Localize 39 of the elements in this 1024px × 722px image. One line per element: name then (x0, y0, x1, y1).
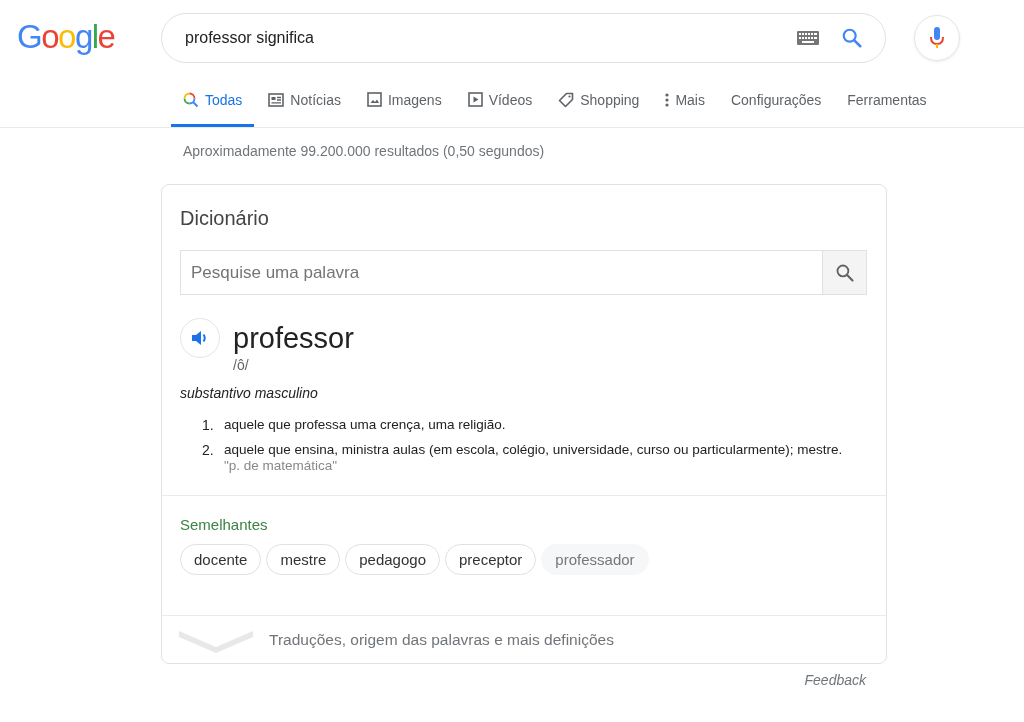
search-query: professor significa (185, 28, 315, 47)
search-tab[interactable]: Ferramentas (835, 75, 939, 127)
search-tab[interactable]: Shopping (546, 75, 652, 127)
search-tab[interactable]: Notícias (256, 75, 353, 127)
search-icon[interactable] (841, 26, 863, 49)
tag-icon (558, 91, 575, 108)
more-icon (665, 92, 670, 107)
section-title: Semelhantes (180, 516, 269, 533)
definition-text: aquele que professa uma crença, uma religião. (224, 417, 506, 433)
phonetic-text: /ô/ (233, 357, 250, 373)
search-icon (834, 262, 855, 283)
more-definitions-link[interactable]: Traduções, origem das palavras e mais definições (162, 616, 886, 663)
feedback-link[interactable]: Feedback (804, 672, 866, 688)
card-title: Dicionário (180, 207, 270, 230)
search-button[interactable] (822, 250, 867, 295)
search-tab[interactable]: Mais (653, 75, 717, 127)
search-tab[interactable]: Todas (171, 75, 255, 127)
definition-number: 1. (202, 417, 215, 433)
search-icon (183, 91, 199, 108)
definition-text: aquele que ensina, ministra aulas (em escola, colégio, universidade, curso ou particularmente); mestre. (224, 442, 843, 458)
keyboard-icon[interactable] (797, 30, 819, 45)
search-tab[interactable]: Configurações (718, 75, 834, 127)
example-text: "p. de matemática" (224, 458, 339, 474)
speaker-icon (191, 330, 209, 346)
search-field[interactable]: professor significa (161, 12, 886, 63)
word-search-field[interactable]: Pesquise uma palavra (180, 250, 822, 295)
link-text: Traduções, origem das palavras e mais definições (269, 631, 614, 649)
part-of-speech: substantivo masculino (180, 385, 319, 401)
synonym-chip[interactable]: professador (541, 544, 649, 575)
image-icon (366, 92, 382, 107)
search-tab[interactable]: Imagens (354, 75, 454, 127)
search-tab[interactable]: Vídeos (455, 75, 545, 127)
headword: professor (233, 321, 354, 356)
google-logo[interactable]: Google (17, 17, 123, 56)
definition-number: 2. (202, 442, 215, 460)
microphone-icon (929, 25, 945, 50)
result-stats: Aproximadamente 99.200.000 resultados (0,50 segundos) (182, 142, 546, 161)
play-icon (467, 92, 483, 107)
newspaper-icon (268, 92, 285, 107)
